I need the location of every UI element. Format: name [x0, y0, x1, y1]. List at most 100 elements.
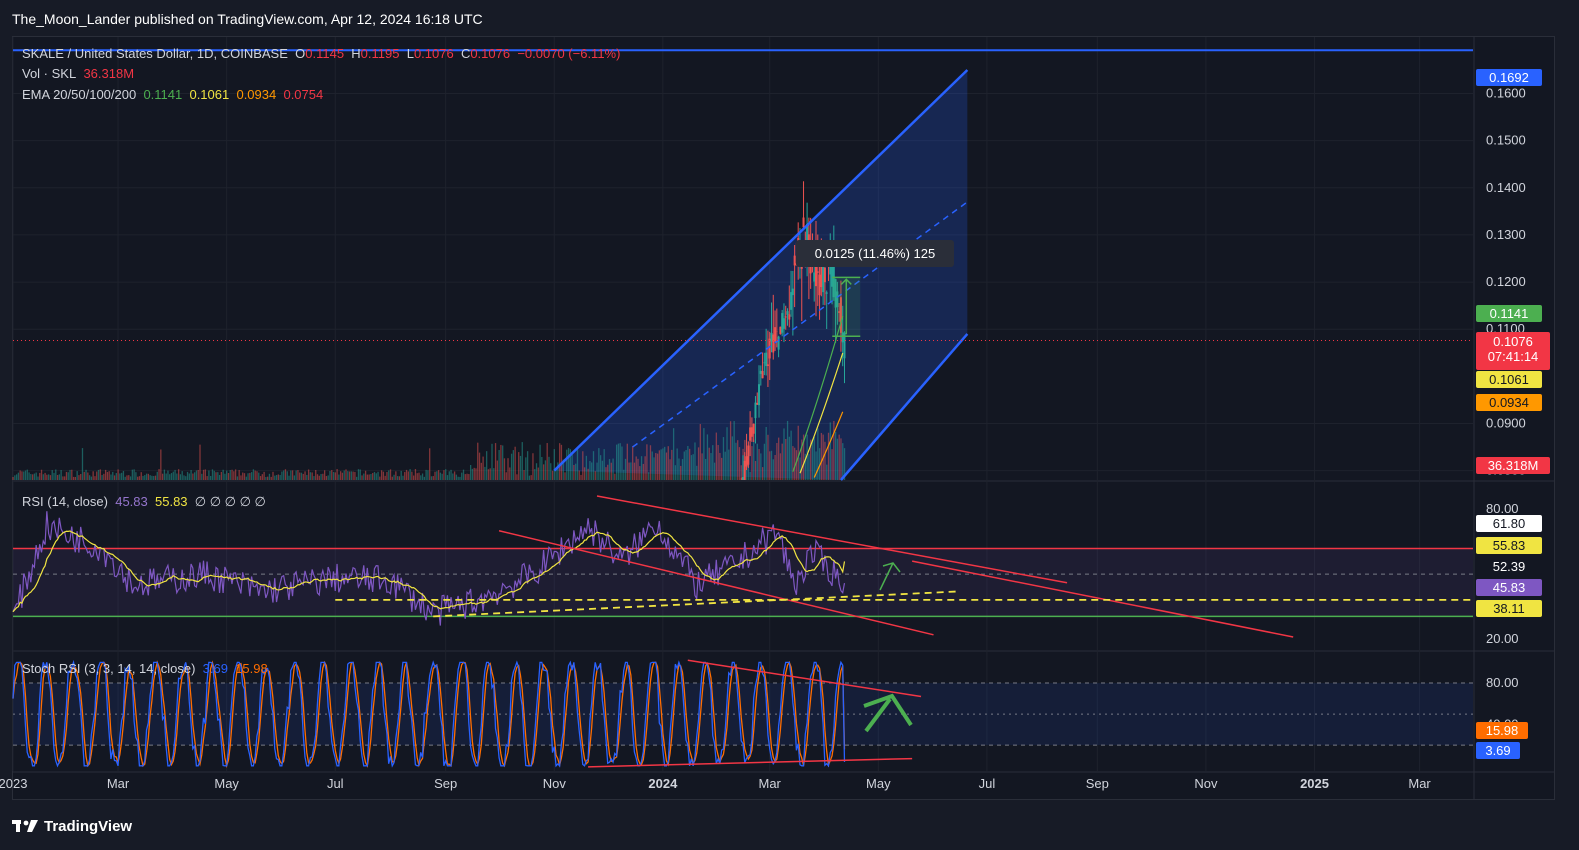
volume-bar	[626, 443, 628, 480]
volume-bar	[820, 432, 823, 480]
candle-body	[774, 327, 777, 342]
volume-bar	[163, 469, 166, 480]
volume-bar	[601, 460, 604, 480]
volume-label[interactable]: Vol · SKL	[22, 66, 76, 81]
volume-bar	[329, 470, 331, 480]
open-value: 0.1145	[305, 46, 345, 61]
volume-bar	[354, 471, 356, 480]
rsi-label[interactable]: RSI (14, close)	[22, 494, 108, 509]
symbol-name[interactable]: SKALE / United States Dollar, 1D, COINBA…	[22, 46, 288, 61]
volume-bar	[453, 471, 456, 480]
volume-bar	[737, 440, 739, 480]
volume-bar	[49, 475, 52, 480]
volume-bar	[735, 442, 737, 480]
volume-bar	[19, 470, 21, 480]
volume-bar	[165, 473, 167, 480]
volume-bar	[300, 472, 303, 480]
volume-bar	[414, 469, 417, 480]
candle-body	[761, 370, 764, 379]
volume-bar	[416, 473, 418, 480]
volume-bar	[97, 469, 100, 480]
rsi-band-badge: 61.80	[1476, 515, 1542, 532]
volume-bar	[717, 444, 719, 480]
volume-bar	[12, 476, 14, 480]
volume-bar	[69, 469, 71, 480]
volume-bar	[842, 443, 844, 480]
volume-bar	[315, 470, 317, 480]
candle-body	[779, 326, 782, 335]
volume-bar	[322, 473, 324, 480]
volume-bar	[582, 451, 584, 480]
volume-bar	[177, 469, 180, 480]
volume-bar	[466, 473, 468, 480]
volume-bar	[402, 475, 404, 480]
candle-body	[786, 311, 789, 315]
candle-body	[781, 313, 784, 333]
volume-bar	[491, 443, 493, 480]
volume-bar	[108, 471, 110, 480]
volume-bar	[67, 472, 69, 480]
volume-bar	[430, 476, 433, 480]
volume-bar	[160, 449, 162, 480]
volume-bar	[619, 443, 621, 480]
volume-bar	[227, 472, 230, 480]
volume-bar	[129, 476, 132, 480]
volume-bar	[473, 467, 475, 480]
time-axis-label: 2024	[648, 776, 678, 791]
volume-bar	[521, 442, 523, 480]
volume-bar	[797, 425, 799, 480]
high-label: H	[351, 46, 361, 61]
volume-bar	[697, 447, 700, 480]
close-label: C	[460, 46, 471, 61]
volume-bar	[133, 469, 135, 480]
volume-bar	[751, 446, 753, 480]
volume-bar	[628, 462, 630, 480]
candle-body	[743, 460, 746, 480]
volume-bar	[243, 473, 246, 480]
volume-bar	[811, 439, 814, 480]
price-axis-tick: 0.1600	[1486, 86, 1526, 101]
candle-body	[745, 456, 748, 467]
volume-bar	[587, 468, 589, 480]
volume-bar	[258, 472, 260, 480]
open-label: O	[295, 46, 306, 61]
volume-bar	[72, 476, 75, 480]
volume-bar	[87, 472, 89, 480]
volume-bar	[112, 471, 114, 480]
volume-bar	[194, 472, 196, 480]
volume-bar	[651, 451, 653, 480]
footer-brand[interactable]: TradingView	[12, 814, 132, 838]
volume-bar	[400, 470, 402, 480]
volume-bar	[286, 471, 288, 480]
ema100-value: 0.0934	[236, 87, 277, 102]
candle-body	[813, 272, 816, 282]
ema-label[interactable]: EMA 20/50/100/200	[22, 87, 136, 102]
candle-body	[768, 338, 771, 359]
volume-bar	[62, 476, 64, 480]
volume-bar	[124, 476, 126, 480]
chart-canvas[interactable]: 2023 Mar May Jul Sep Nov 2024 Mar May Jul Sep Nov 20…	[0, 0, 1579, 850]
volume-bar	[158, 469, 160, 480]
volume-bar	[469, 464, 472, 480]
volume-bar	[512, 450, 515, 480]
volume-bar	[598, 448, 600, 480]
volume-bar	[65, 471, 68, 480]
volume-bar	[388, 470, 390, 480]
volume-bar	[348, 471, 351, 480]
volume-bar	[477, 442, 479, 480]
ema50-value: 0.1061	[189, 87, 230, 102]
candle-body	[754, 402, 757, 419]
candle-body	[772, 334, 775, 353]
volume-bar	[721, 457, 723, 480]
volume-badge: 36.318M	[1476, 457, 1550, 474]
volume-bar	[493, 468, 495, 480]
volume-bar	[104, 469, 107, 480]
volume-bar	[475, 468, 477, 480]
time-axis-label: 2025	[1300, 776, 1329, 791]
price-axis-tick: 0.1400	[1486, 180, 1526, 195]
volume-bar	[829, 422, 831, 480]
volume-bar	[375, 473, 377, 480]
volume-bar	[827, 432, 830, 480]
stoch-label[interactable]: Stoch RSI (3, 3, 14, 14, close)	[22, 661, 195, 676]
volume-bar	[772, 459, 774, 480]
